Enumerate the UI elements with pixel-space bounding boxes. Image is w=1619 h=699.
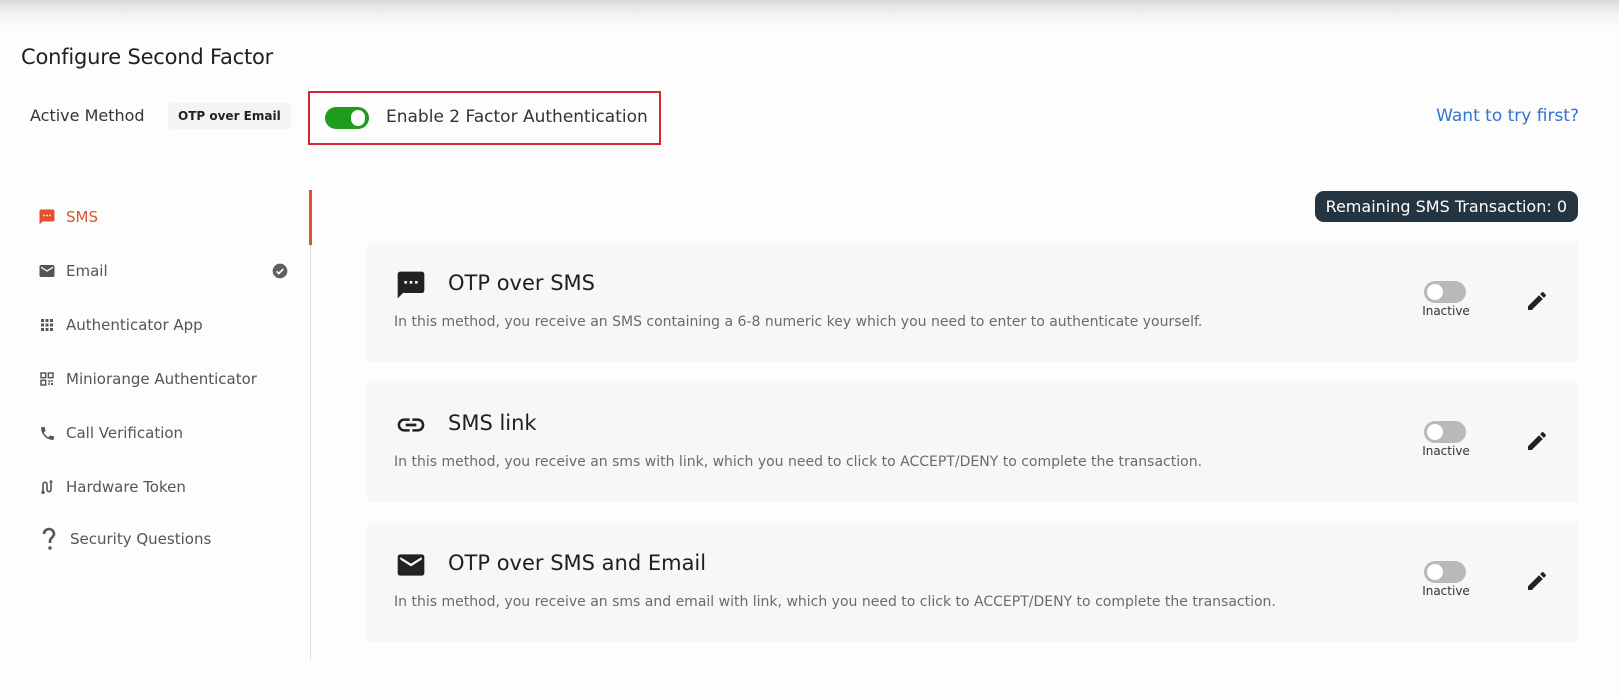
want-to-try-first-link[interactable]: Want to try first? [1436, 106, 1579, 126]
edit-pencil-icon[interactable] [1525, 289, 1549, 313]
method-card-otp-over-sms-and-email: OTP over SMS and Email In this method, y… [367, 521, 1578, 642]
phone-icon [38, 424, 56, 442]
active-method-label: Active Method [30, 106, 145, 125]
remaining-sms-badge: Remaining SMS Transaction: 0 [1314, 191, 1578, 222]
sidebar-item-label: Security Questions [70, 530, 212, 548]
method-title: OTP over SMS and Email [448, 551, 707, 575]
check-circle-icon [272, 263, 288, 279]
method-description: In this method, you receive an sms and e… [394, 594, 1276, 610]
sidebar-item-label: Call Verification [66, 424, 184, 442]
link-icon [395, 409, 427, 441]
method-card-sms-link: SMS link In this method, you receive an … [367, 381, 1578, 502]
method-status: Inactive [1422, 304, 1470, 318]
sidebar-item-label: Hardware Token [66, 478, 186, 496]
active-method-badge: OTP over Email [168, 103, 291, 129]
question-mark-icon [38, 527, 60, 550]
sidebar-item-security-questions[interactable]: Security Questions [38, 524, 288, 554]
sidebar-active-indicator [309, 190, 312, 245]
enable-2fa-label: Enable 2 Factor Authentication [386, 107, 648, 127]
page-title: Configure Second Factor [21, 45, 274, 69]
method-status: Inactive [1422, 584, 1470, 598]
method-title: SMS link [448, 411, 537, 435]
sidebar-item-call-verification[interactable]: Call Verification [38, 418, 288, 448]
enable-2fa-highlight: Enable 2 Factor Authentication [308, 91, 661, 145]
top-shadow [0, 0, 1619, 28]
method-status: Inactive [1422, 444, 1470, 458]
method-toggle[interactable] [1424, 421, 1466, 443]
sidebar-divider [310, 190, 311, 660]
sidebar-item-sms[interactable]: SMS [38, 202, 288, 232]
sms-icon [395, 269, 427, 301]
method-toggle[interactable] [1424, 281, 1466, 303]
edit-pencil-icon[interactable] [1525, 569, 1549, 593]
email-icon [395, 549, 427, 581]
method-description: In this method, you receive an sms with … [394, 454, 1203, 470]
sidebar-item-label: SMS [66, 208, 98, 226]
edit-pencil-icon[interactable] [1525, 429, 1549, 453]
enable-2fa-toggle[interactable] [325, 107, 369, 129]
sidebar-item-email[interactable]: Email [38, 256, 288, 286]
grid-icon [38, 316, 56, 334]
qr-code-icon [38, 370, 56, 388]
method-toggle[interactable] [1424, 561, 1466, 583]
sidebar-item-label: Miniorange Authenticator [66, 370, 257, 388]
sidebar-item-label: Authenticator App [66, 316, 203, 334]
sms-icon [38, 208, 56, 226]
sidebar-item-miniorange-authenticator[interactable]: Miniorange Authenticator [38, 364, 288, 394]
sidebar-item-label: Email [66, 262, 108, 280]
sidebar-item-hardware-token[interactable]: Hardware Token [38, 472, 288, 502]
method-title: OTP over SMS [448, 271, 595, 295]
hardware-token-icon [38, 478, 56, 496]
method-description: In this method, you receive an SMS conta… [394, 314, 1203, 330]
email-icon [38, 262, 56, 280]
sidebar-item-authenticator-app[interactable]: Authenticator App [38, 310, 288, 340]
method-card-otp-over-sms: OTP over SMS In this method, you receive… [367, 241, 1578, 362]
